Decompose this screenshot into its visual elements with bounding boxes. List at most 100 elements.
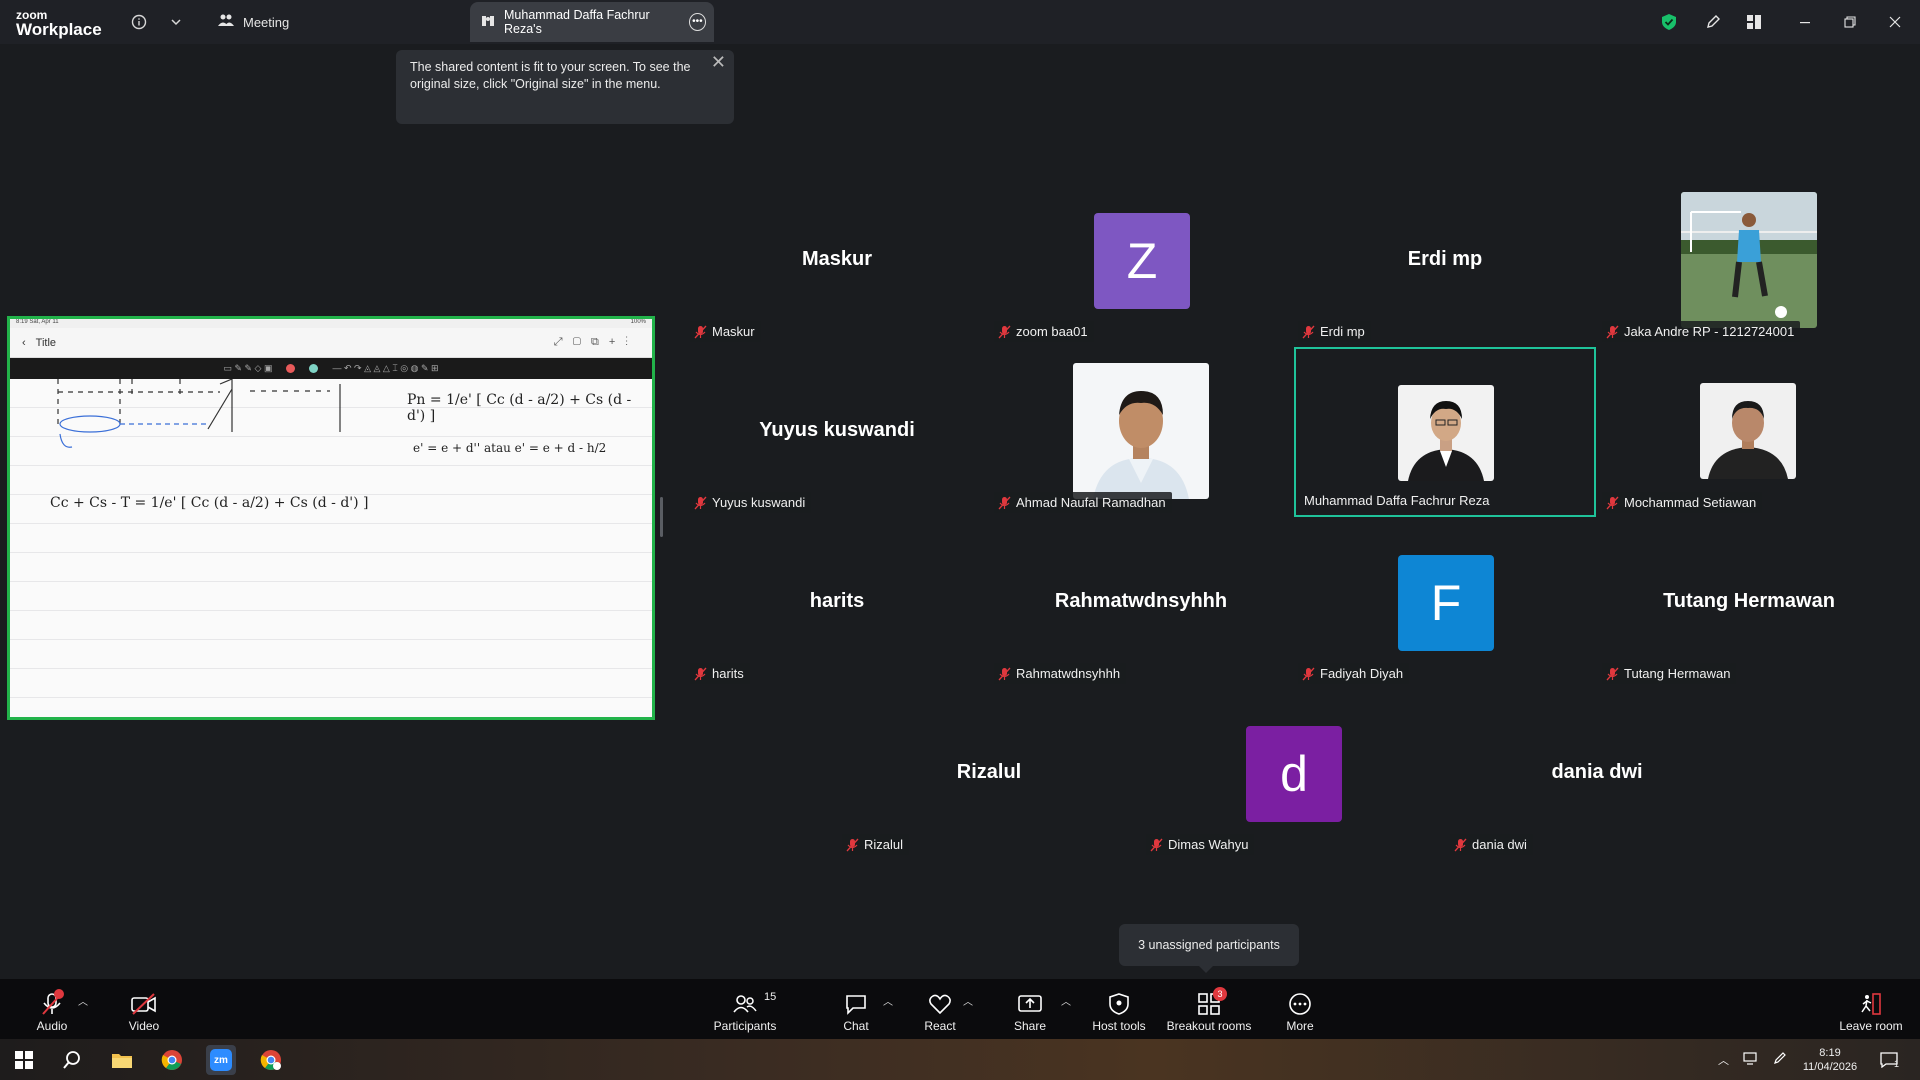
participant-label: Fadiyah Diyah: [1298, 663, 1410, 684]
system-tray: ︿: [1718, 1039, 1789, 1080]
participant-tile[interactable]: Erdi mp Erdi mp: [1294, 176, 1596, 346]
audio-options-caret-icon[interactable]: ︿: [78, 993, 88, 1008]
chat-button[interactable]: Chat: [836, 979, 876, 1039]
participant-name: Muhammad Daffa Fachrur Reza: [1304, 493, 1490, 508]
participant-label: Muhammad Daffa Fachrur Reza: [1300, 490, 1495, 511]
mic-muted-icon: [1302, 667, 1315, 681]
more-button[interactable]: More: [1280, 979, 1320, 1039]
more-options-icon[interactable]: •••: [688, 13, 706, 31]
zoom-taskbar-icon[interactable]: zm: [206, 1045, 236, 1075]
restore-window-icon[interactable]: [1838, 10, 1862, 34]
react-button[interactable]: React: [920, 979, 960, 1039]
meeting-control-bar: Audio ︿ Video 15 Participants Chat ︿ Rea…: [0, 979, 1920, 1039]
participant-tile[interactable]: Ahmad Naufal Ramadhan: [990, 347, 1292, 517]
chevron-down-icon[interactable]: [164, 10, 188, 34]
video-button[interactable]: Video: [122, 979, 166, 1039]
minimize-icon[interactable]: [1793, 10, 1817, 34]
tooltip-text: The shared content is fit to your screen…: [410, 60, 691, 91]
security-shield-icon[interactable]: [1657, 10, 1681, 34]
windows-start-icon[interactable]: [9, 1045, 39, 1075]
participant-label: Yuyus kuswandi: [690, 492, 812, 513]
participant-label: Dimas Wahyu: [1146, 834, 1255, 855]
participant-tile[interactable]: Yuyus kuswandi Yuyus kuswandi: [686, 347, 988, 517]
chat-options-caret-icon[interactable]: ︿: [883, 993, 893, 1008]
participant-tile[interactable]: Mochammad Setiawan: [1598, 347, 1900, 517]
participant-label: Jaka Andre RP - 1212724001: [1602, 321, 1801, 342]
participant-avatar: F: [1398, 555, 1494, 651]
leave-room-button[interactable]: Leave room: [1836, 979, 1906, 1039]
participant-label: Tutang Hermawan: [1602, 663, 1737, 684]
share-options-caret-icon[interactable]: ︿: [1061, 993, 1071, 1008]
participant-tile[interactable]: d Dimas Wahyu: [1142, 689, 1444, 859]
formula-1: Pn = 1/e' [ Cc (d - a/2) + Cs (d - d') ]: [407, 392, 632, 424]
participant-tile-active-speaker[interactable]: Muhammad Daffa Fachrur Reza: [1294, 347, 1596, 517]
participant-tile[interactable]: Z zoom baa01: [990, 176, 1292, 346]
participant-display-name: harits: [809, 590, 865, 612]
participant-tile[interactable]: Tutang Hermawan Tutang Hermawan: [1598, 518, 1900, 688]
clock[interactable]: 8:19 11/04/2026: [1800, 1039, 1860, 1080]
participant-display-name: Erdi mp: [1407, 248, 1483, 270]
mic-muted-icon: [1606, 667, 1619, 681]
share-view-tab[interactable]: Muhammad Daffa Fachrur Reza's •••: [470, 2, 714, 42]
annotate-pen-icon[interactable]: [1701, 10, 1725, 34]
note-header: ‹ Title ⤢▢⧉+⋮: [10, 328, 652, 358]
participant-name: Dimas Wahyu: [1168, 837, 1249, 852]
participant-name: Erdi mp: [1320, 324, 1365, 339]
logo-bottom: Workplace: [16, 20, 102, 39]
meeting-view-button[interactable]: Meeting: [217, 9, 289, 35]
host-tools-button[interactable]: Host tools: [1088, 979, 1150, 1039]
split-view-divider[interactable]: [660, 497, 663, 537]
close-window-icon[interactable]: [1883, 10, 1907, 34]
layout-view-icon[interactable]: [1742, 10, 1766, 34]
breakout-rooms-label: Breakout rooms: [1166, 1019, 1252, 1033]
participant-name: Jaka Andre RP - 1212724001: [1624, 324, 1795, 339]
chrome-profile-icon[interactable]: [256, 1045, 286, 1075]
participant-label: Mochammad Setiawan: [1602, 492, 1763, 513]
file-explorer-icon[interactable]: [107, 1045, 137, 1075]
host-shield-icon: [1108, 989, 1130, 1019]
tray-chevron-up-icon[interactable]: ︿: [1718, 1052, 1729, 1068]
note-actions-icons: ⤢▢⧉+⋮: [553, 336, 638, 348]
participant-name: dania dwi: [1472, 837, 1527, 852]
network-icon[interactable]: [1743, 1051, 1759, 1068]
tablet-status-bar: 8:19 Sat, Apr 11 100%: [10, 319, 652, 328]
participant-tile[interactable]: dania dwi dania dwi: [1446, 689, 1748, 859]
info-icon[interactable]: [127, 10, 151, 34]
mic-muted-icon: [40, 989, 64, 1019]
audio-label: Audio: [36, 1019, 68, 1033]
search-icon[interactable]: [57, 1045, 87, 1075]
audio-button[interactable]: Audio: [30, 979, 74, 1039]
participant-display-name: Maskur: [801, 248, 873, 270]
mic-muted-icon: [998, 667, 1011, 681]
breakout-rooms-button[interactable]: 3 Breakout rooms: [1164, 979, 1254, 1039]
notification-center-icon[interactable]: 1: [1880, 1039, 1899, 1080]
mic-muted-icon: [1454, 838, 1467, 852]
participant-tile[interactable]: harits harits: [686, 518, 988, 688]
chat-label: Chat: [843, 1019, 869, 1033]
mic-muted-icon: [846, 838, 859, 852]
pen-input-icon[interactable]: [1773, 1051, 1789, 1068]
participant-name: Tutang Hermawan: [1624, 666, 1731, 681]
participant-tile[interactable]: Jaka Andre RP - 1212724001: [1598, 176, 1900, 346]
participant-display-name: Yuyus kuswandi: [759, 419, 915, 441]
participant-tile[interactable]: Rahmatwdnsyhhh Rahmatwdnsyhhh: [990, 518, 1292, 688]
participant-name: Mochammad Setiawan: [1624, 495, 1757, 510]
react-options-caret-icon[interactable]: ︿: [963, 993, 973, 1008]
mic-muted-icon: [998, 325, 1011, 339]
tablet-status-left: 8:19 Sat, Apr 11: [16, 319, 59, 325]
mic-muted-icon: [1302, 325, 1315, 339]
participant-tile[interactable]: Rizalul Rizalul: [838, 689, 1140, 859]
participant-video: [1681, 192, 1817, 328]
participant-name: zoom baa01: [1016, 324, 1088, 339]
breakout-rooms-icon: 3: [1197, 987, 1227, 1019]
close-icon[interactable]: ✕: [711, 53, 726, 71]
participant-tile[interactable]: F Fadiyah Diyah: [1294, 518, 1596, 688]
participant-display-name: Rizalul: [956, 761, 1022, 783]
participants-button[interactable]: 15 Participants: [710, 979, 780, 1039]
shared-screen-view[interactable]: 8:19 Sat, Apr 11 100% ‹ Title ⤢▢⧉+⋮ ▭ ✎ …: [7, 316, 655, 720]
share-button[interactable]: Share: [1010, 979, 1050, 1039]
chrome-icon[interactable]: [157, 1045, 187, 1075]
participant-tile[interactable]: Maskur Maskur: [686, 176, 988, 346]
participants-icon: 15: [732, 989, 776, 1019]
react-label: React: [924, 1019, 956, 1033]
